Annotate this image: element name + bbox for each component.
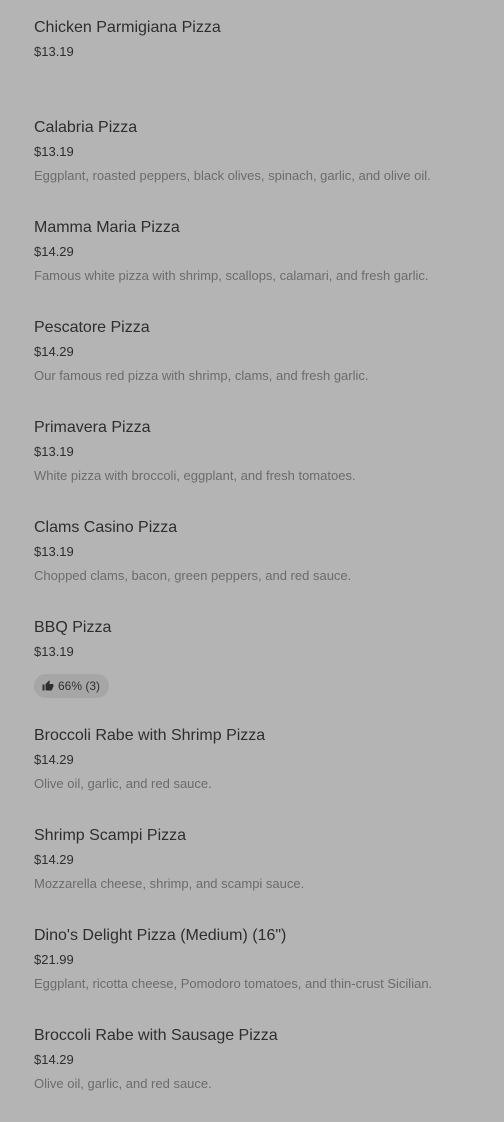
item-description: Olive oil, garlic, and red sauce.: [34, 776, 212, 791]
menu-item-primavera[interactable]: Primavera Pizza $13.19 White pizza with …: [34, 414, 494, 514]
item-name: BBQ Pizza: [34, 619, 112, 636]
item-name: Dino's Delight Pizza (Medium) (16"): [34, 927, 287, 944]
menu-item-dinos-delight[interactable]: Dino's Delight Pizza (Medium) (16") $21.…: [34, 922, 494, 1022]
item-name: Calabria Pizza: [34, 119, 138, 136]
item-price: $14.29: [34, 344, 74, 359]
item-name: Chicken Parmigiana Pizza: [34, 19, 221, 36]
item-description: Eggplant, roasted peppers, black olives,…: [34, 168, 431, 183]
item-name: Broccoli Rabe with Shrimp Pizza: [34, 727, 266, 744]
menu-list: Chicken Parmigiana Pizza $13.19 Calabria…: [34, 14, 494, 1122]
item-name: Mamma Maria Pizza: [34, 219, 180, 236]
menu-item-mamma-maria[interactable]: Mamma Maria Pizza $14.29 Famous white pi…: [34, 214, 494, 314]
item-description: Eggplant, ricotta cheese, Pomodoro tomat…: [34, 976, 433, 991]
menu-item-chicken-parmigiana[interactable]: Chicken Parmigiana Pizza $13.19: [34, 14, 494, 114]
item-price: $21.99: [34, 952, 74, 967]
thumbs-up-icon: [42, 680, 54, 691]
item-description: Chopped clams, bacon, green peppers, and…: [34, 568, 352, 583]
item-price: $14.29: [34, 852, 74, 867]
item-name: Pescatore Pizza: [34, 319, 150, 336]
item-name: Shrimp Scampi Pizza: [34, 827, 187, 844]
item-name: Broccoli Rabe with Sausage Pizza: [34, 1027, 278, 1044]
item-price: $14.29: [34, 244, 74, 259]
item-price: $13.19: [34, 544, 74, 559]
rating-badge: 66% (3): [34, 674, 110, 698]
item-price: $13.19: [34, 644, 74, 659]
menu-item-calabria[interactable]: Calabria Pizza $13.19 Eggplant, roasted …: [34, 114, 494, 214]
rating-text: 66% (3): [58, 679, 101, 693]
item-description: Famous white pizza with shrimp, scallops…: [34, 268, 429, 283]
item-price: $13.19: [34, 44, 74, 59]
item-name: Primavera Pizza: [34, 419, 151, 436]
item-name: Clams Casino Pizza: [34, 519, 178, 536]
item-price: $13.19: [34, 144, 74, 159]
menu-item-broccoli-rabe-sausage[interactable]: Broccoli Rabe with Sausage Pizza $14.29 …: [34, 1022, 494, 1122]
item-description: Our famous red pizza with shrimp, clams,…: [34, 368, 369, 383]
item-description: White pizza with broccoli, eggplant, and…: [34, 468, 356, 483]
item-price: $13.19: [34, 444, 74, 459]
item-price: $14.29: [34, 1052, 74, 1067]
menu-item-bbq[interactable]: BBQ Pizza $13.19 66% (3): [34, 614, 494, 722]
menu-item-shrimp-scampi[interactable]: Shrimp Scampi Pizza $14.29 Mozzarella ch…: [34, 822, 494, 922]
menu-item-clams-casino[interactable]: Clams Casino Pizza $13.19 Chopped clams,…: [34, 514, 494, 614]
menu-item-broccoli-rabe-shrimp[interactable]: Broccoli Rabe with Shrimp Pizza $14.29 O…: [34, 722, 494, 822]
item-description: Mozzarella cheese, shrimp, and scampi sa…: [34, 876, 305, 891]
menu-item-pescatore[interactable]: Pescatore Pizza $14.29 Our famous red pi…: [34, 314, 494, 414]
item-price: $14.29: [34, 752, 74, 767]
item-description: Olive oil, garlic, and red sauce.: [34, 1076, 212, 1091]
